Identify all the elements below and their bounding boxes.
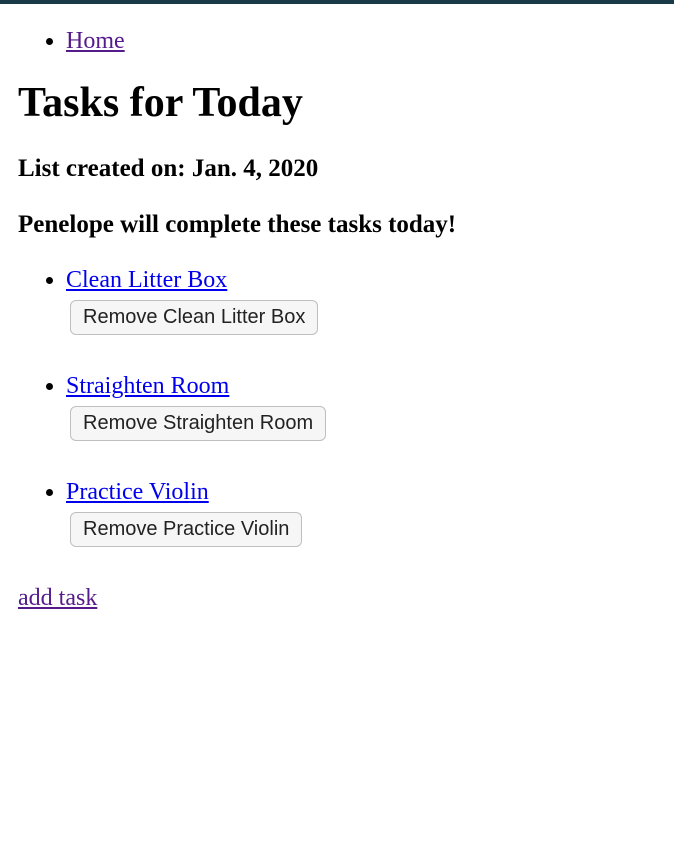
- task-link[interactable]: Clean Litter Box: [66, 267, 227, 293]
- remove-form: Remove Straighten Room: [70, 406, 656, 441]
- nav-list: Home: [18, 28, 656, 55]
- task-link[interactable]: Straighten Room: [66, 373, 229, 399]
- nav-item-home: Home: [66, 28, 656, 55]
- page-content: Home Tasks for Today List created on: Ja…: [0, 28, 674, 630]
- remove-task-button[interactable]: Remove Practice Violin: [70, 512, 302, 547]
- add-task-link[interactable]: add task: [18, 585, 97, 611]
- list-item: Practice Violin Remove Practice Violin: [66, 479, 656, 547]
- page-title: Tasks for Today: [18, 79, 656, 127]
- footer: add task: [18, 585, 656, 612]
- remove-form: Remove Practice Violin: [70, 512, 656, 547]
- home-link[interactable]: Home: [66, 28, 125, 54]
- list-item: Straighten Room Remove Straighten Room: [66, 373, 656, 441]
- created-on-heading: List created on: Jan. 4, 2020: [18, 155, 656, 183]
- remove-task-button[interactable]: Remove Straighten Room: [70, 406, 326, 441]
- remove-form: Remove Clean Litter Box: [70, 300, 656, 335]
- task-link[interactable]: Practice Violin: [66, 479, 209, 505]
- remove-task-button[interactable]: Remove Clean Litter Box: [70, 300, 318, 335]
- task-list: Clean Litter Box Remove Clean Litter Box…: [18, 267, 656, 547]
- assignee-heading: Penelope will complete these tasks today…: [18, 211, 656, 239]
- list-item: Clean Litter Box Remove Clean Litter Box: [66, 267, 656, 335]
- top-border: [0, 0, 674, 4]
